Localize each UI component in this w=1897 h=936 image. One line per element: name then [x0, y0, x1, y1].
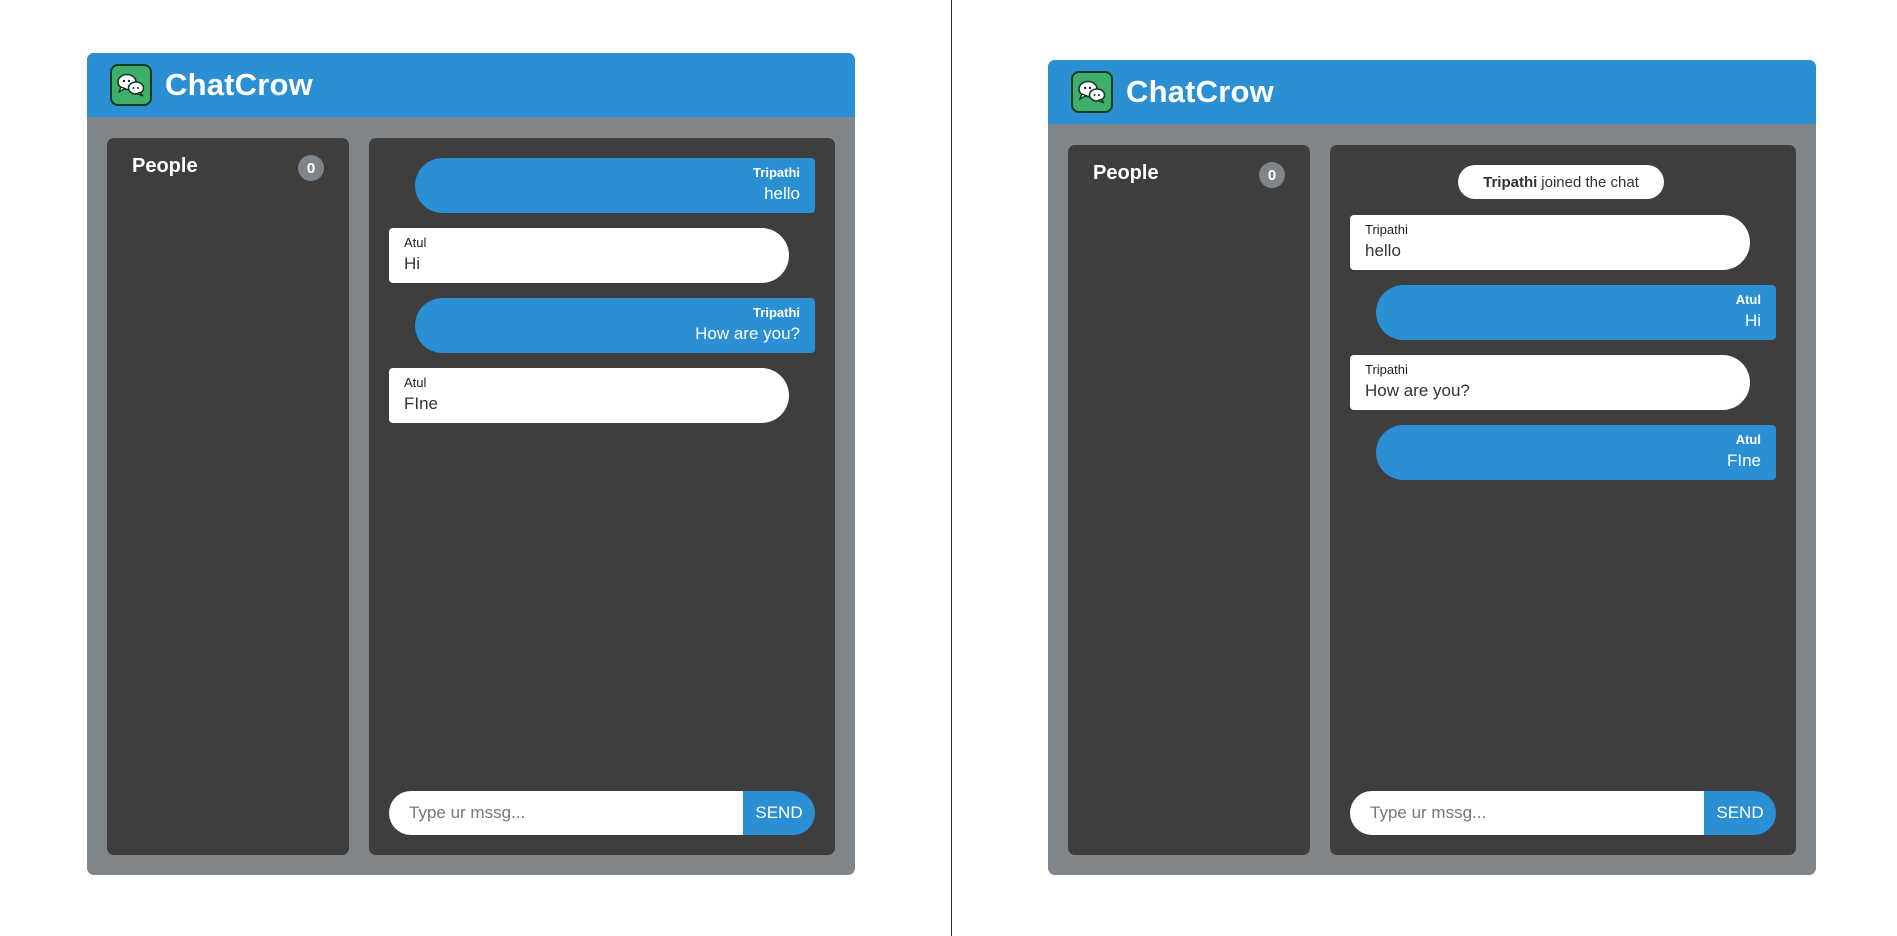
message-text: hello [764, 184, 800, 203]
message-author: Tripathi [1365, 362, 1408, 377]
message-author: Atul [404, 235, 427, 250]
chat-app-window-left: ChatCrow People 0 Tripathi hello Atul Hi… [87, 53, 855, 875]
app-brand-title: ChatCrow [1126, 74, 1274, 109]
message-composer: SEND [1350, 791, 1776, 835]
message-input[interactable] [1350, 791, 1704, 835]
message-author: Atul [1735, 432, 1761, 447]
chat-app-window-right: ChatCrow People 0 Tripathi joined the ch… [1048, 60, 1816, 875]
people-panel: People 0 [107, 138, 349, 855]
message-text: hello [1365, 241, 1401, 260]
message-bubble: Atul FIne [1376, 425, 1776, 480]
message-composer: SEND [389, 791, 815, 835]
message-author: Tripathi [1365, 222, 1408, 237]
message-bubble: Tripathi hello [415, 158, 815, 213]
message-author: Tripathi [753, 305, 800, 320]
send-button[interactable]: SEND [1704, 791, 1776, 835]
message-bubble: Tripathi How are you? [1350, 355, 1750, 410]
message-text: How are you? [1365, 381, 1470, 400]
message-input[interactable] [389, 791, 743, 835]
message-text: How are you? [695, 324, 800, 343]
chat-bubbles-icon [110, 64, 152, 106]
chat-panel: Tripathi joined the chat Tripathi hello … [1330, 145, 1796, 855]
message-bubble: Atul Hi [389, 228, 789, 283]
message-text: Hi [404, 254, 421, 273]
message-bubble: Tripathi How are you? [415, 298, 815, 353]
message-bubble: Tripathi hello [1350, 215, 1750, 270]
app-header: ChatCrow [87, 53, 855, 117]
send-button[interactable]: SEND [743, 791, 815, 835]
chat-bubbles-icon [1071, 71, 1113, 113]
join-notification-name: Tripathi [1483, 173, 1538, 191]
message-text: FIne [1726, 451, 1761, 470]
join-notification-text: joined the chat [1541, 173, 1639, 191]
message-author: Atul [404, 375, 427, 390]
message-text: FIne [404, 394, 439, 413]
people-count-badge: 0 [1259, 162, 1285, 188]
people-count-badge: 0 [298, 155, 324, 181]
people-panel: People 0 [1068, 145, 1310, 855]
join-notification: Tripathi joined the chat [1458, 165, 1664, 199]
window-divider [951, 0, 952, 936]
people-title: People [1093, 162, 1159, 184]
chat-panel: Tripathi hello Atul Hi Tripathi How are … [369, 138, 835, 855]
message-text: Hi [1744, 311, 1761, 330]
message-bubble: Atul FIne [389, 368, 789, 423]
app-brand-title: ChatCrow [165, 67, 313, 102]
app-header: ChatCrow [1048, 60, 1816, 124]
message-author: Atul [1735, 292, 1761, 307]
message-author: Tripathi [753, 165, 800, 180]
people-title: People [132, 155, 198, 177]
message-bubble: Atul Hi [1376, 285, 1776, 340]
